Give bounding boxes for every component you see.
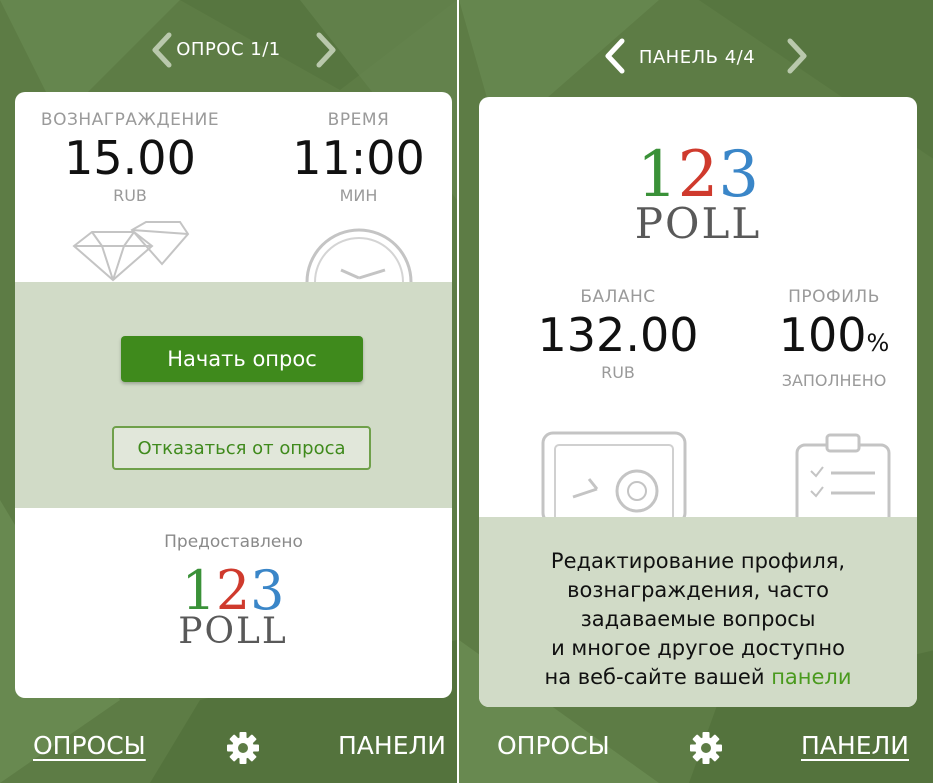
- time-stat: ВРЕМЯ 11:00 МИН: [265, 110, 452, 205]
- surveys-tab[interactable]: ОПРОСЫ: [33, 731, 146, 760]
- chevron-right-icon: [316, 32, 336, 68]
- balance-label: БАЛАНС: [580, 287, 656, 307]
- panel-navigation: ПАНЕЛЬ 4/4: [459, 22, 933, 80]
- info-line-5-text: на веб-сайте вашей: [544, 665, 772, 689]
- time-label: ВРЕМЯ: [327, 110, 390, 130]
- next-panel-button[interactable]: [777, 30, 817, 82]
- profile-value-row: 100%: [759, 309, 909, 369]
- diamond-icon: [72, 221, 190, 282]
- panel-screen: ПАНЕЛЬ 4/4 123 POLL БАЛАНС 132.00 RUB ПР…: [457, 0, 933, 783]
- survey-counter: ОПРОС 1/1: [176, 39, 281, 60]
- safe-icon: [541, 431, 687, 517]
- panel-counter: ПАНЕЛЬ 4/4: [638, 47, 756, 68]
- time-value: 11:00: [292, 131, 425, 185]
- panel-website-link[interactable]: панели: [771, 665, 851, 689]
- panel-info-panel: Редактирование профиля, вознаграждения, …: [479, 517, 917, 707]
- surveys-tab[interactable]: ОПРОСЫ: [497, 731, 610, 760]
- gear-icon[interactable]: [226, 731, 260, 765]
- bottom-navigation: ОПРОСЫ ПАНЕЛИ: [0, 721, 457, 783]
- balance-value: 132.00: [537, 308, 699, 362]
- survey-actions-panel: Начать опрос Отказаться от опроса: [15, 282, 452, 508]
- profile-unit: ЗАПОЛНЕНО: [781, 371, 887, 390]
- logo-word: POLL: [178, 611, 288, 652]
- survey-navigation: ОПРОС 1/1: [0, 22, 457, 80]
- clipboard-icon: [795, 433, 891, 517]
- bottom-navigation: ОПРОСЫ ПАНЕЛИ: [459, 721, 933, 783]
- poll-logo: 123 POLL: [133, 564, 333, 650]
- info-line-5: на веб-сайте вашей панели: [479, 663, 917, 692]
- decline-survey-button[interactable]: Отказаться от опроса: [112, 426, 371, 470]
- profile-label: ПРОФИЛЬ: [788, 287, 880, 307]
- reward-value: 15.00: [64, 131, 196, 185]
- panels-tab[interactable]: ПАНЕЛИ: [801, 731, 909, 760]
- info-line-2: вознаграждения, часто: [567, 578, 829, 602]
- balance-unit: RUB: [601, 363, 635, 382]
- logo-word: POLL: [634, 199, 762, 248]
- info-line-4: и многое другое доступно: [551, 636, 845, 660]
- prev-panel-button[interactable]: [595, 30, 635, 82]
- chevron-left-icon: [605, 38, 625, 74]
- gear-icon[interactable]: [689, 731, 723, 765]
- chevron-left-icon: [152, 32, 172, 68]
- profile-value: 100: [778, 308, 867, 362]
- reward-label: ВОЗНАГРАЖДЕНИЕ: [40, 110, 220, 130]
- info-line-1: Редактирование профиля,: [550, 549, 846, 573]
- survey-card: ВОЗНАГРАЖДЕНИЕ 15.00 RUB ВРЕМЯ 11:00 МИН: [15, 92, 452, 698]
- start-survey-button[interactable]: Начать опрос: [121, 336, 363, 382]
- profile-percent: %: [866, 329, 890, 357]
- time-unit: МИН: [339, 186, 378, 205]
- provided-by-label: Предоставлено: [164, 532, 303, 552]
- reward-unit: RUB: [113, 186, 147, 205]
- next-survey-button[interactable]: [306, 24, 346, 76]
- reward-stat: ВОЗНАГРАЖДЕНИЕ 15.00 RUB: [15, 110, 245, 205]
- poll-logo: 123 POLL: [623, 143, 773, 245]
- chevron-right-icon: [787, 38, 807, 74]
- profile-stat: ПРОФИЛЬ 100% ЗАПОЛНЕНО: [759, 287, 909, 390]
- info-line-3: задаваемые вопросы: [580, 607, 816, 631]
- clock-icon: [305, 228, 413, 282]
- panel-card: 123 POLL БАЛАНС 132.00 RUB ПРОФИЛЬ 100% …: [479, 97, 917, 707]
- balance-stat: БАЛАНС 132.00 RUB: [503, 287, 733, 382]
- prev-survey-button[interactable]: [142, 24, 182, 76]
- survey-screen: ОПРОС 1/1 ВОЗНАГРАЖДЕНИЕ 15.00 RUB ВРЕМЯ…: [0, 0, 457, 783]
- panels-tab[interactable]: ПАНЕЛИ: [338, 731, 446, 760]
